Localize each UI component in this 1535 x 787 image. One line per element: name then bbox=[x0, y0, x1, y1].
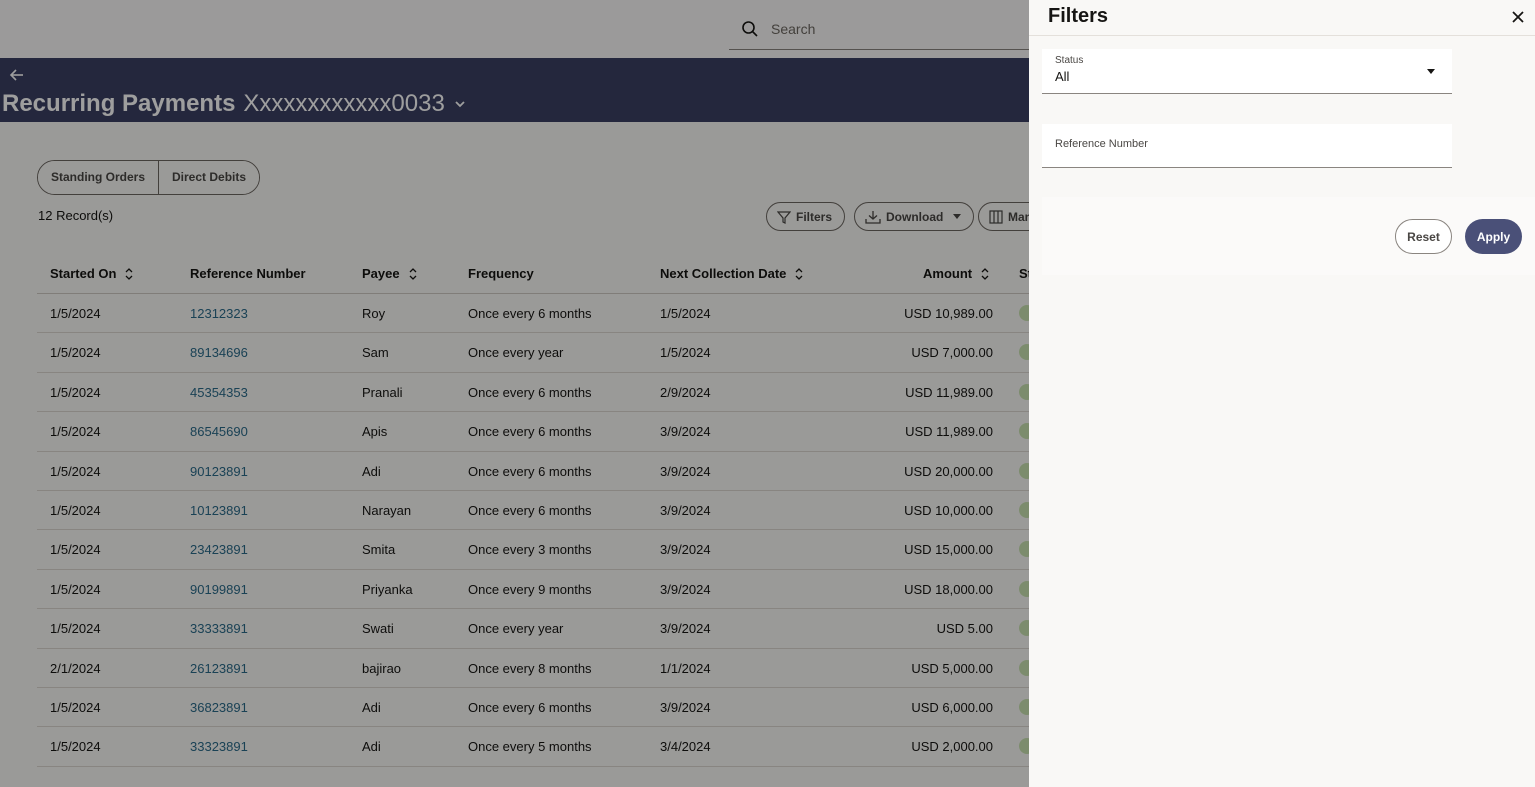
filters-actions bbox=[1042, 197, 1535, 275]
close-icon[interactable] bbox=[1511, 10, 1525, 24]
reference-number-field[interactable]: Reference Number bbox=[1042, 124, 1452, 168]
filters-panel: Filters Status All Reference Number Rese… bbox=[1029, 0, 1535, 787]
status-select[interactable]: Status All bbox=[1042, 49, 1452, 94]
filters-title: Filters bbox=[1048, 5, 1109, 27]
status-label: Status bbox=[1055, 55, 1084, 66]
filters-panel-header: Filters bbox=[1029, 0, 1535, 36]
apply-button[interactable]: Apply bbox=[1465, 219, 1522, 254]
reset-button[interactable]: Reset bbox=[1395, 219, 1452, 254]
reference-number-label: Reference Number bbox=[1055, 138, 1148, 150]
status-value: All bbox=[1055, 69, 1070, 84]
dropdown-caret-icon bbox=[1427, 69, 1435, 74]
